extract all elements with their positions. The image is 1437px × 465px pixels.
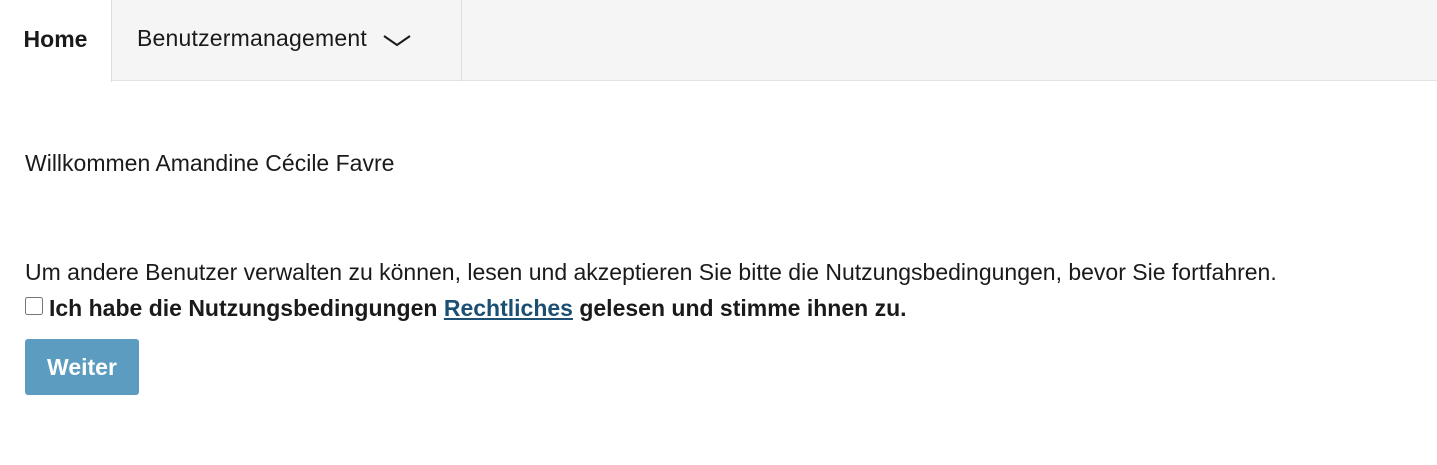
- nav-tab-home-label: Home: [23, 25, 88, 52]
- legal-link[interactable]: Rechtliches: [444, 295, 573, 322]
- welcome-message: Willkommen Amandine Cécile Favre: [25, 150, 395, 176]
- nav-tab-user-management[interactable]: Benutzermanagement: [112, 0, 462, 81]
- terms-consent-text-before: Ich habe die Nutzungsbedingungen: [49, 295, 444, 321]
- terms-instruction: Um andere Benutzer verwalten zu können, …: [25, 259, 1277, 285]
- terms-consent[interactable]: Ich habe die Nutzungsbedingungen Rechtli…: [25, 295, 907, 322]
- terms-checkbox[interactable]: [25, 296, 43, 315]
- terms-consent-text-after: gelesen und stimme ihnen zu.: [572, 295, 907, 321]
- chevron-down-icon: [383, 34, 411, 48]
- top-navigation: Home Benutzermanagement: [0, 0, 1437, 82]
- continue-button[interactable]: Weiter: [25, 339, 139, 395]
- nav-tab-home[interactable]: Home: [0, 0, 112, 82]
- nav-tab-user-management-label: Benutzermanagement: [137, 25, 367, 51]
